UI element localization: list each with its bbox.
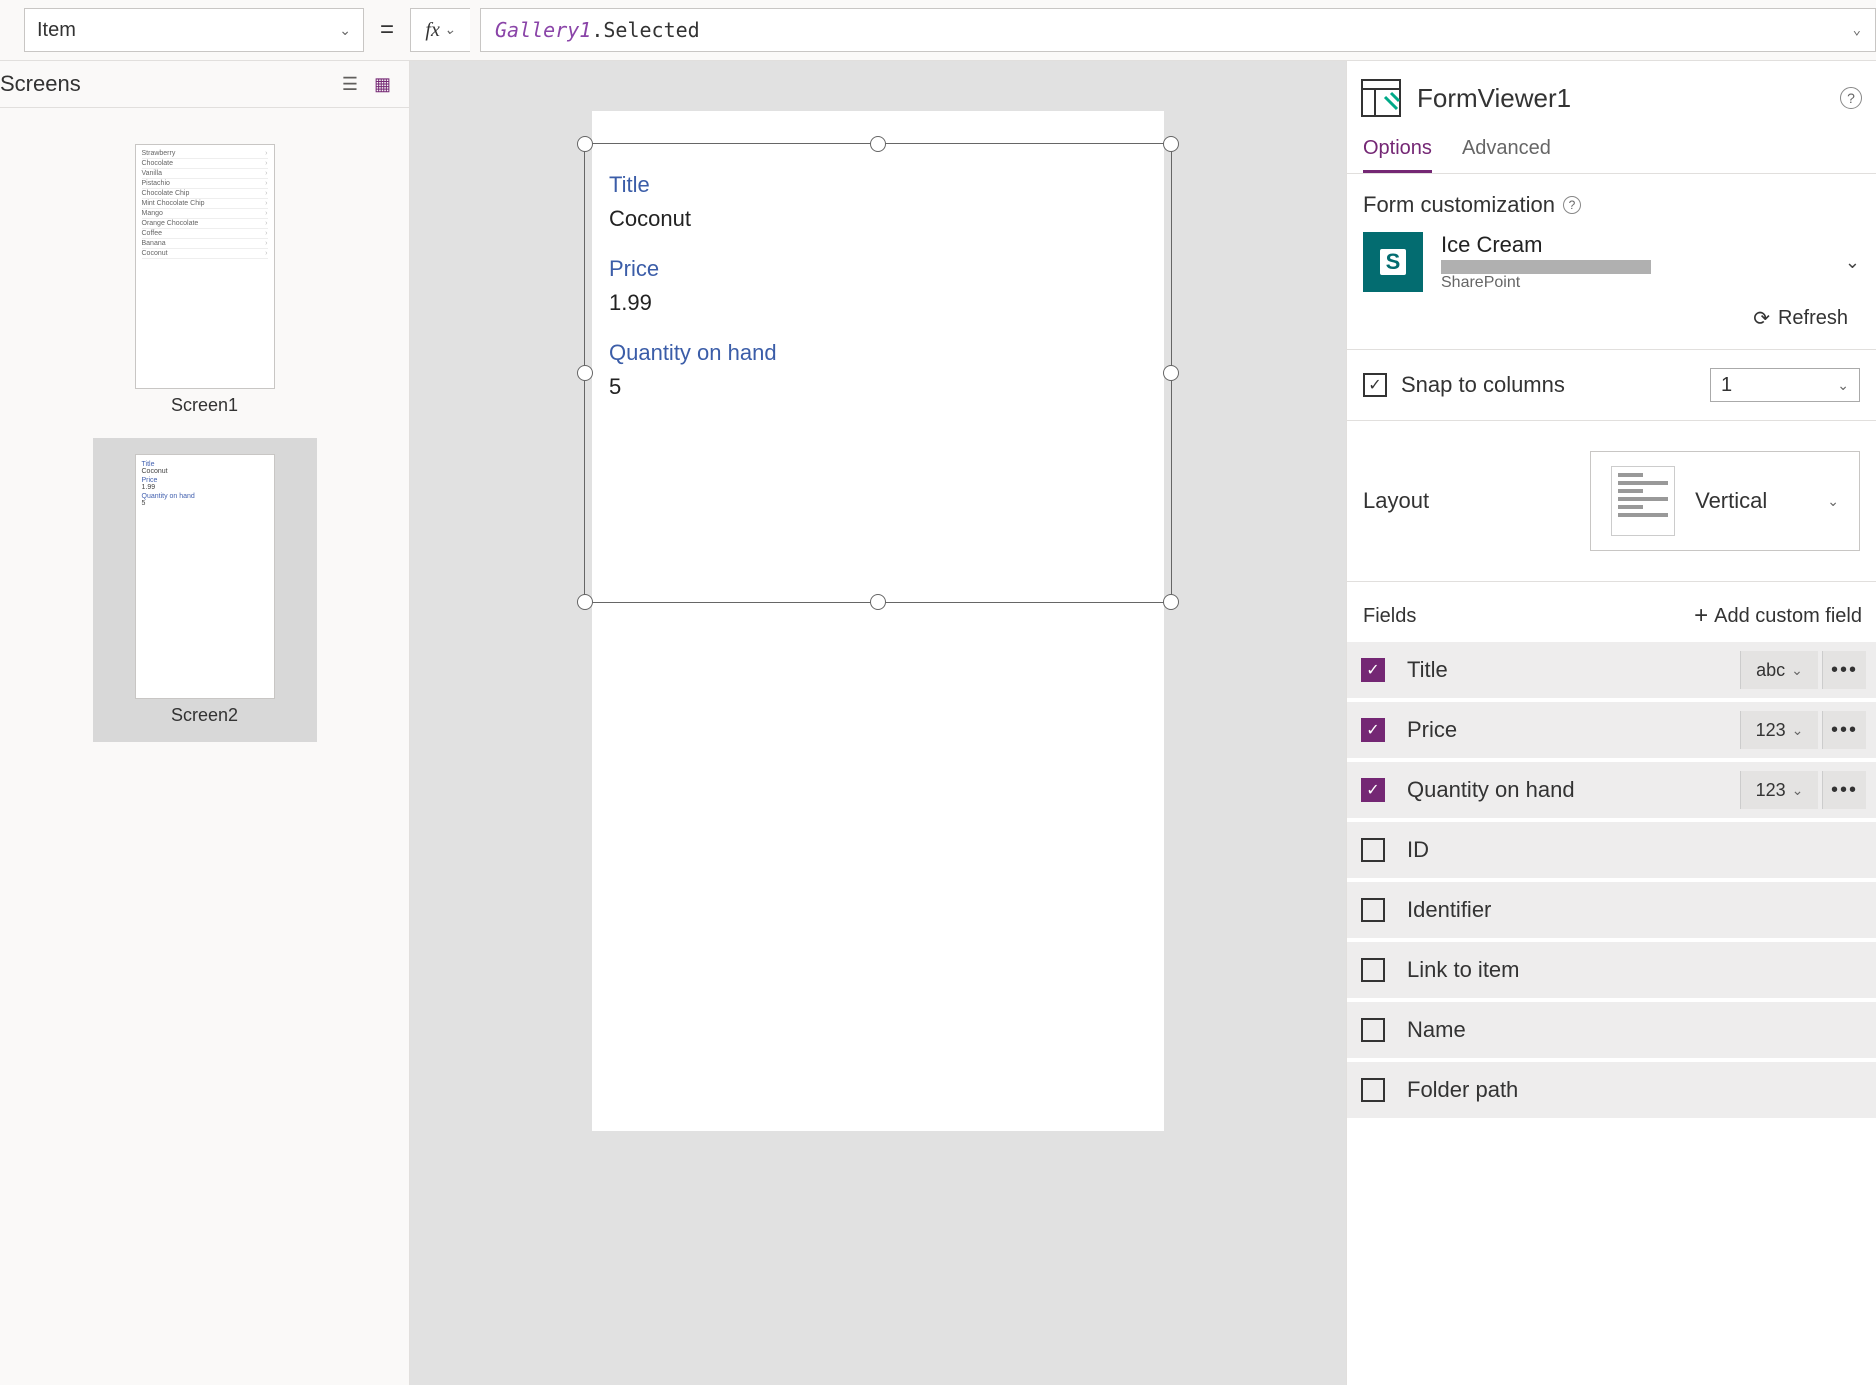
field-row[interactable]: Link to item (1347, 942, 1876, 998)
field-name: Folder path (1389, 1077, 1866, 1103)
field-row[interactable]: ID (1347, 822, 1876, 878)
datasource-name: Ice Cream (1441, 232, 1827, 258)
tree-view-icon[interactable]: ☰ (342, 74, 358, 95)
formula-identifier: Gallery1 (495, 18, 591, 42)
field-checkbox[interactable] (1361, 1018, 1385, 1042)
field-checkbox[interactable] (1361, 658, 1385, 682)
chevron-down-icon: ⌄ (1853, 22, 1861, 38)
tab-options[interactable]: Options (1363, 137, 1432, 173)
field-type-select[interactable]: abc⌄ (1740, 651, 1818, 689)
fields-title: Fields (1363, 605, 1416, 628)
field-row[interactable]: Identifier (1347, 882, 1876, 938)
control-name: FormViewer1 (1417, 83, 1824, 114)
field-checkbox[interactable] (1361, 958, 1385, 982)
layout-label: Layout (1363, 488, 1429, 514)
form-icon (1361, 79, 1401, 117)
field-row[interactable]: Folder path (1347, 1062, 1876, 1118)
resize-handle[interactable] (1163, 594, 1179, 610)
resize-handle[interactable] (1163, 365, 1179, 381)
resize-handle[interactable] (577, 594, 593, 610)
screen-name: Screen2 (135, 705, 275, 726)
field-name: Quantity on hand (1389, 777, 1736, 803)
chevron-down-icon: ⌄ (1837, 377, 1849, 394)
screen-thumbnail[interactable]: TitleCoconutPrice1.99Quantity on hand5 S… (93, 438, 317, 742)
add-custom-field-button[interactable]: + Add custom field (1694, 602, 1862, 630)
redacted-account (1441, 260, 1651, 274)
formula-suffix: .Selected (591, 18, 699, 42)
field-value: 1.99 (609, 290, 1147, 316)
refresh-button[interactable]: ⟳ Refresh (1363, 292, 1860, 331)
chevron-down-icon: ⌄ (444, 22, 456, 39)
thumbnail-view-icon[interactable]: ▦ (374, 74, 391, 95)
field-row[interactable]: Titleabc⌄••• (1347, 642, 1876, 698)
fx-icon: fx (425, 19, 439, 42)
field-row[interactable]: Quantity on hand123⌄••• (1347, 762, 1876, 818)
field-label: Price (609, 256, 1147, 282)
equals-sign: = (374, 8, 400, 52)
snap-checkbox[interactable] (1363, 373, 1387, 397)
help-icon[interactable]: ? (1840, 87, 1862, 109)
field-name: Price (1389, 717, 1736, 743)
field-label: Title (609, 172, 1147, 198)
field-name: ID (1389, 837, 1866, 863)
resize-handle[interactable] (577, 365, 593, 381)
chevron-down-icon: ⌄ (339, 22, 351, 39)
screen-name: Screen1 (135, 395, 275, 416)
chevron-down-icon: ⌄ (1827, 493, 1839, 510)
field-checkbox[interactable] (1361, 838, 1385, 862)
properties-panel: FormViewer1 ? Options Advanced Form cust… (1346, 60, 1876, 1385)
app-screen[interactable]: Title Coconut Price 1.99 Quantity on hand 5 (592, 111, 1164, 1131)
field-more-icon[interactable]: ••• (1822, 711, 1866, 749)
field-row[interactable]: Name (1347, 1002, 1876, 1058)
sharepoint-icon: S (1363, 232, 1423, 292)
resize-handle[interactable] (870, 136, 886, 152)
fx-button[interactable]: fx ⌄ (410, 8, 470, 52)
chevron-down-icon: ⌄ (1845, 252, 1860, 273)
field-more-icon[interactable]: ••• (1822, 651, 1866, 689)
field-more-icon[interactable]: ••• (1822, 771, 1866, 809)
datasource-selector[interactable]: S Ice Cream SharePoint ⌄ (1363, 232, 1860, 292)
field-name: Link to item (1389, 957, 1866, 983)
resize-handle[interactable] (870, 594, 886, 610)
plus-icon: + (1694, 602, 1708, 630)
screens-panel: Screens ☰ ▦ Strawberry›Chocolate›Vanilla… (0, 60, 410, 1385)
field-checkbox[interactable] (1361, 898, 1385, 922)
field-name: Name (1389, 1017, 1866, 1043)
layout-thumb-icon (1611, 466, 1675, 536)
tab-advanced[interactable]: Advanced (1462, 137, 1551, 173)
field-checkbox[interactable] (1361, 718, 1385, 742)
formula-input[interactable]: Gallery1.Selected ⌄ (480, 8, 1876, 52)
field-checkbox[interactable] (1361, 1078, 1385, 1102)
field-type-select[interactable]: 123⌄ (1740, 711, 1818, 749)
formula-bar: Item ⌄ = fx ⌄ Gallery1.Selected ⌄ (0, 0, 1876, 60)
datasource-type: SharePoint (1441, 274, 1827, 292)
layout-selector[interactable]: Vertical ⌄ (1590, 451, 1860, 551)
field-value: Coconut (609, 206, 1147, 232)
columns-select[interactable]: 1 ⌄ (1710, 368, 1860, 402)
field-type-select[interactable]: 123⌄ (1740, 771, 1818, 809)
screen-thumbnail[interactable]: Strawberry›Chocolate›Vanilla›Pistachio›C… (93, 128, 317, 432)
screens-title: Screens (0, 71, 81, 97)
refresh-icon: ⟳ (1753, 306, 1770, 331)
help-icon[interactable]: ? (1563, 196, 1581, 214)
section-title: Form customization (1363, 192, 1555, 218)
form-selection[interactable]: Title Coconut Price 1.99 Quantity on hand 5 (584, 143, 1172, 603)
property-selector[interactable]: Item ⌄ (24, 8, 364, 52)
property-name: Item (37, 19, 76, 42)
field-row[interactable]: Price123⌄••• (1347, 702, 1876, 758)
canvas: Title Coconut Price 1.99 Quantity on hand 5 (410, 60, 1346, 1385)
snap-label: Snap to columns (1401, 372, 1565, 398)
field-checkbox[interactable] (1361, 778, 1385, 802)
field-value: 5 (609, 374, 1147, 400)
field-name: Title (1389, 657, 1736, 683)
resize-handle[interactable] (577, 136, 593, 152)
field-name: Identifier (1389, 897, 1866, 923)
field-label: Quantity on hand (609, 340, 1147, 366)
resize-handle[interactable] (1163, 136, 1179, 152)
